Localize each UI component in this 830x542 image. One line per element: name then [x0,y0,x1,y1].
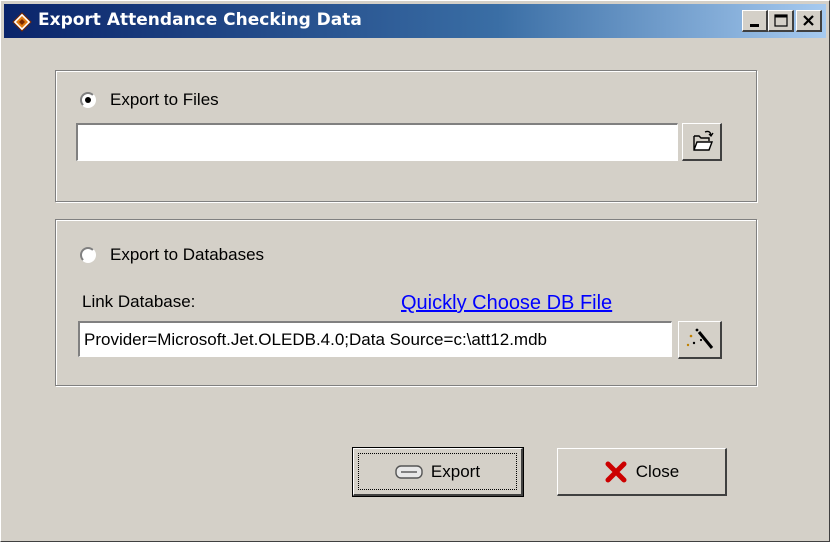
close-window-button[interactable] [796,10,822,32]
close-button[interactable]: Close [557,448,727,496]
diamond-app-icon [12,12,32,32]
export-files-label: Export to Files [110,90,219,109]
export-databases-radio[interactable] [80,247,96,263]
export-files-radio[interactable] [80,92,96,108]
export-button[interactable]: Export [352,447,524,497]
window-title: Export Attendance Checking Data [38,10,362,30]
export-button-label: Export [430,461,481,481]
export-databases-option[interactable]: Export to Databases [80,245,264,265]
maximize-icon [774,14,788,27]
quick-choose-db-link[interactable]: Quickly Choose DB File [401,292,612,315]
maximize-button[interactable] [768,10,794,32]
export-files-option[interactable]: Export to Files [80,90,219,110]
export-databases-group: Export to Databases Link Database: Quick… [55,219,757,386]
close-icon [803,15,814,26]
export-databases-label: Export to Databases [110,245,265,264]
minimize-icon [750,24,759,27]
magic-wand-icon [686,328,714,349]
db-wizard-button[interactable] [678,321,722,359]
link-database-label: Link Database: [82,292,196,311]
export-file-path-input[interactable] [76,123,678,161]
browse-file-button[interactable] [682,123,722,161]
minimize-button[interactable] [742,10,768,32]
export-icon [395,464,423,479]
folder-open-icon [693,130,714,151]
connection-string-input[interactable] [78,321,672,357]
export-dialog-window: Export Attendance Checking Data Export t… [0,0,830,542]
red-x-icon [605,461,627,482]
export-files-group: Export to Files [55,70,757,202]
title-bar[interactable]: Export Attendance Checking Data [4,4,826,38]
close-button-label: Close [635,461,680,481]
